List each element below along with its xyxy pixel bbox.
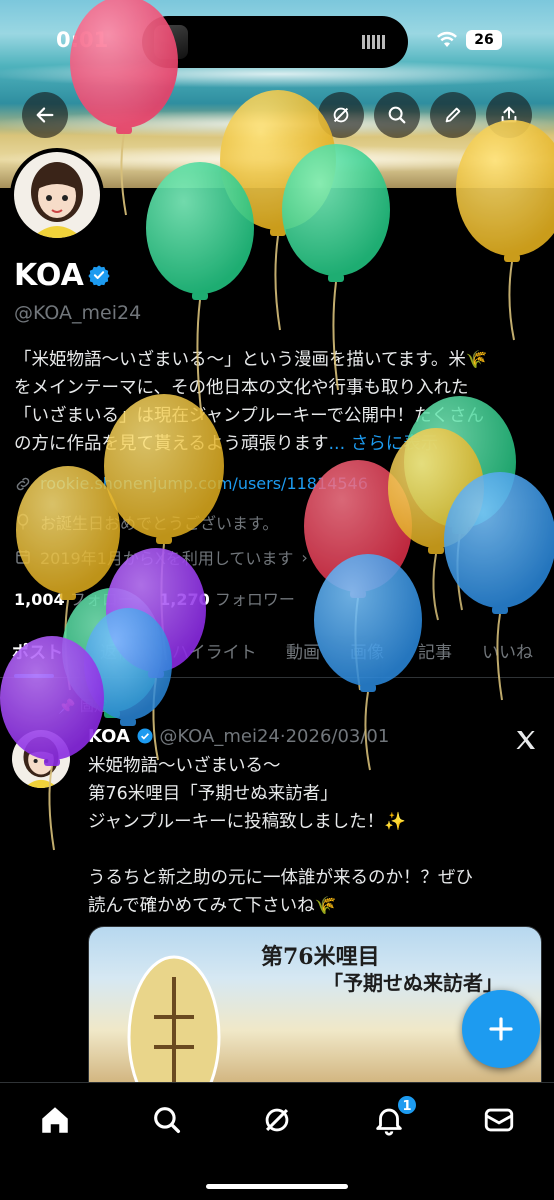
pinned-label: 📌 固定	[58, 696, 108, 716]
title-logo-graphic	[127, 955, 221, 1099]
bottom-navigation	[0, 1082, 554, 1200]
pin-icon: 📌	[58, 699, 76, 715]
back-button[interactable]	[22, 92, 68, 138]
following-label: フォロー	[69, 590, 134, 609]
profile-tabs: ポスト 返信 ハイライト 動画 画像 記事 いいね	[0, 626, 554, 678]
post-text: 米姫物語〜いざまいる〜 第76米哩目「予期せぬ来訪者」 ジャンプルーキーに投稿致…	[88, 756, 473, 916]
show-more-link[interactable]: さらに表示	[351, 434, 439, 454]
joined-row: 2019年1月からXを利用しています ›	[14, 545, 308, 569]
search-icon	[154, 1107, 181, 1134]
battery-indicator: 26	[466, 30, 502, 50]
tab-media[interactable]: 画像	[350, 638, 384, 663]
following-count: 1,004	[14, 590, 65, 609]
birthday-text: お誕生日おめでとうございます。	[40, 514, 279, 533]
grok-icon	[265, 1108, 289, 1132]
post-header: KOA @KOA_mei24·2026/03/01	[88, 726, 389, 747]
followers-stat[interactable]: 1,270 フォロワー	[159, 590, 295, 609]
notification-badge: 1	[396, 1094, 418, 1116]
bio-line: 「米姫物語〜いざまいる〜」という漫画を描いてます。米🌾	[14, 350, 488, 370]
profile-website-link[interactable]: rookie.shonenjump.com/users/11814546	[40, 474, 368, 493]
grok-icon	[333, 107, 349, 123]
compose-post-button[interactable]	[462, 990, 540, 1068]
grok-button[interactable]	[318, 92, 364, 138]
pinned-text: 固定	[79, 699, 108, 715]
followers-label: フォロワー	[214, 590, 295, 609]
verified-badge-icon[interactable]	[88, 264, 110, 286]
image-title-line2: 「予期せぬ来訪者」	[323, 971, 503, 995]
wifi-icon	[437, 31, 457, 47]
now-playing-artwork	[154, 25, 188, 59]
plus-icon	[489, 1017, 513, 1041]
profile-avatar[interactable]	[10, 148, 104, 242]
post-author-avatar[interactable]	[12, 730, 70, 788]
bio-line-text: の方に作品を見て貰えるよう頑張ります	[14, 434, 329, 454]
search-icon	[388, 106, 406, 124]
tab-articles[interactable]: 記事	[418, 638, 452, 663]
edit-icon	[445, 107, 461, 123]
share-button[interactable]	[486, 92, 532, 138]
status-bar: 0:01 26	[0, 0, 554, 80]
joined-text: 2019年1月からXを利用しています	[40, 549, 294, 568]
chevron-right-icon[interactable]: ›	[301, 548, 307, 567]
bio-line: をメインテーマに、その他日本の文化や行事も取り入れた	[14, 378, 469, 398]
link-icon	[16, 477, 30, 490]
bio-line: 「いざまいる」は現在ジャンプルーキーで公開中！たくさん	[14, 406, 485, 426]
search-button[interactable]	[374, 92, 420, 138]
share-icon	[501, 106, 517, 123]
messages-icon	[484, 1108, 514, 1132]
tab-highlights[interactable]: ハイライト	[172, 638, 257, 663]
avatar-image	[14, 152, 100, 238]
followers-count: 1,270	[159, 590, 210, 609]
home-icon	[42, 1107, 68, 1133]
following-stat[interactable]: 1,004 フォロー	[14, 590, 134, 609]
x-logo-icon	[516, 731, 535, 749]
nav-home[interactable]	[38, 1103, 72, 1137]
nav-search[interactable]	[150, 1103, 184, 1137]
profile-handle: @KOA_mei24	[14, 302, 142, 324]
bio-line: の方に作品を見て貰えるよう頑張ります... さらに表示	[14, 430, 544, 458]
post-date[interactable]: 2026/03/01	[286, 726, 390, 747]
balloon-icon	[17, 513, 29, 530]
verified-badge-icon	[137, 728, 153, 744]
birthday-row: お誕生日おめでとうございます。	[14, 510, 278, 534]
tab-likes[interactable]: いいね	[482, 638, 533, 663]
follow-stats: 1,004 フォロー 1,270 フォロワー	[14, 586, 295, 610]
calendar-icon	[16, 550, 30, 564]
tab-videos[interactable]: 動画	[286, 638, 320, 663]
nav-messages[interactable]	[482, 1103, 516, 1137]
post-author-handle[interactable]: @KOA_mei24	[159, 726, 280, 747]
profile-link-row: rookie.shonenjump.com/users/11814546	[14, 474, 368, 493]
tab-replies[interactable]: 返信	[100, 638, 134, 663]
profile-bio: 「米姫物語〜いざまいる〜」という漫画を描いてます。米🌾 をメインテーマに、その他…	[14, 346, 544, 458]
home-indicator	[206, 1184, 348, 1189]
status-time: 0:01	[56, 28, 109, 52]
dynamic-island[interactable]	[142, 16, 408, 68]
edit-button[interactable]	[430, 92, 476, 138]
active-tab-indicator	[14, 674, 54, 678]
audio-wave-icon	[362, 35, 386, 49]
bio-ellipsis: ...	[328, 434, 346, 454]
profile-display-name: KOA	[14, 258, 84, 293]
tab-posts[interactable]: ポスト	[12, 638, 63, 663]
nav-grok[interactable]	[260, 1103, 294, 1137]
post-author-name[interactable]: KOA	[88, 726, 130, 747]
back-icon	[36, 107, 54, 123]
